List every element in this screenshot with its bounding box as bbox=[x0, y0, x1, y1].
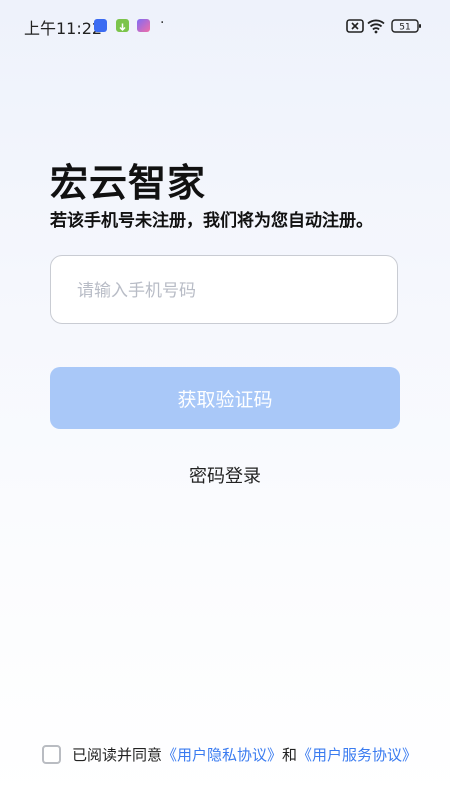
agreement-prefix: 已阅读并同意 bbox=[72, 745, 163, 764]
phone-number-input[interactable] bbox=[75, 256, 379, 325]
agreement-row: 已阅读并同意 《用户隐私协议》 和 《用户服务协议》 bbox=[42, 742, 417, 766]
status-time: 上午11:22 bbox=[24, 19, 103, 38]
battery-level: 51 bbox=[399, 23, 410, 33]
get-code-button-label: 获取验证码 bbox=[177, 388, 273, 411]
download-icon bbox=[116, 19, 129, 32]
status-right-icons: 51 bbox=[346, 19, 421, 34]
password-login-link[interactable]: 密码登录 bbox=[0, 462, 450, 488]
wifi-icon bbox=[367, 19, 385, 34]
no-sim-icon bbox=[346, 19, 364, 33]
service-agreement-link[interactable]: 《用户服务协议》 bbox=[297, 744, 417, 765]
agreement-and: 和 bbox=[282, 745, 298, 764]
page-subtitle: 若该手机号未注册，我们将为您自动注册。 bbox=[50, 211, 373, 231]
privacy-policy-link[interactable]: 《用户隐私协议》 bbox=[162, 744, 282, 765]
app-pink-icon bbox=[137, 19, 150, 32]
phone-input-container[interactable] bbox=[50, 255, 398, 325]
app-blue-icon bbox=[94, 19, 107, 32]
get-verification-code-button[interactable]: 获取验证码 bbox=[50, 367, 400, 429]
status-dot: · bbox=[160, 15, 165, 31]
battery-icon: 51 bbox=[391, 19, 421, 33]
status-bar: 上午11:22 · 51 bbox=[0, 0, 450, 50]
page-title: 宏云智家 bbox=[50, 161, 207, 205]
agreement-checkbox[interactable] bbox=[42, 744, 61, 764]
